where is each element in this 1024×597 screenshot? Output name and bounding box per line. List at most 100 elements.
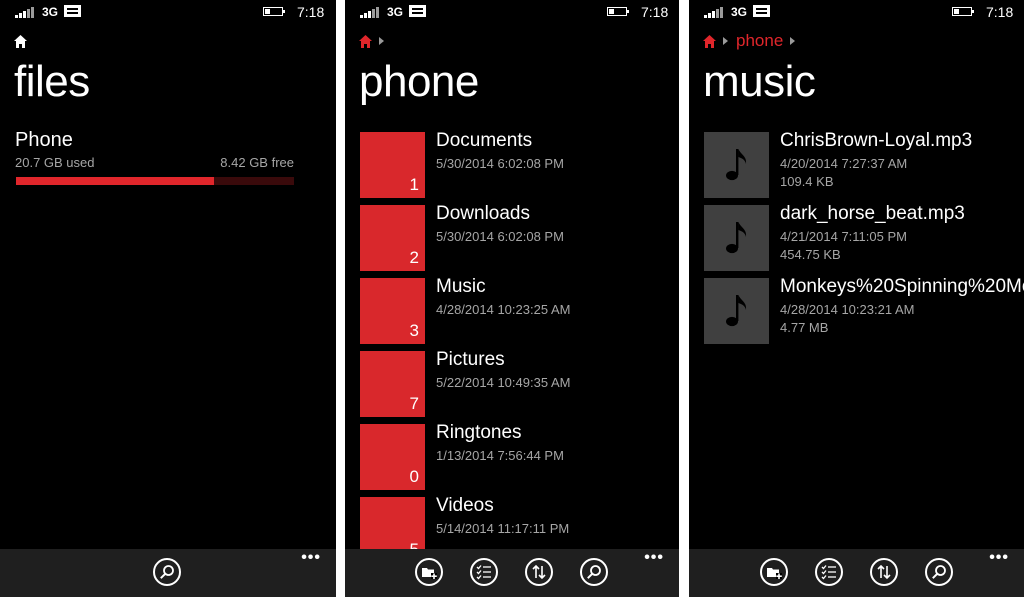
breadcrumb-separator-icon (790, 37, 796, 45)
breadcrumb-separator-icon (379, 37, 384, 45)
file-size: 454.75 KB (780, 247, 841, 262)
folder-date: 5/30/2014 6:02:08 PM (436, 156, 564, 171)
file-date: 4/21/2014 7:11:05 PM (780, 229, 907, 244)
folder-name: Music (436, 276, 486, 297)
network-type: 3G (387, 5, 404, 19)
more-button[interactable]: ••• (644, 550, 664, 566)
music-file-tile (704, 278, 769, 344)
status-bar: 3G 7:18 (345, 0, 679, 24)
file-name: Monkeys%20Spinning%20Monkeys (780, 276, 1024, 297)
folder-tile: 0 (360, 424, 425, 490)
search-icon (587, 565, 601, 579)
home-icon[interactable] (359, 34, 372, 48)
file-size: 4.77 MB (780, 320, 829, 335)
clock: 7:18 (297, 4, 325, 20)
clock: 7:18 (986, 4, 1014, 20)
folder-item-ringtones[interactable]: 0 Ringtones 1/13/2014 7:56:44 PM (360, 422, 679, 490)
sort-icon (877, 564, 891, 580)
sort-icon (532, 564, 546, 580)
file-name: dark_horse_beat.mp3 (780, 203, 965, 224)
phone-screen: 3G 7:18 phone 1 Documents 5/30/2014 6:02… (345, 0, 679, 597)
folder-count: 3 (409, 321, 419, 340)
sort-button[interactable] (525, 558, 553, 586)
more-button[interactable]: ••• (989, 550, 1009, 566)
battery-icon (607, 7, 629, 16)
folder-name: Downloads (436, 203, 530, 224)
file-name: ChrisBrown-Loyal.mp3 (780, 130, 973, 151)
message-icon (64, 5, 81, 17)
file-date: 4/20/2014 7:27:37 AM (780, 156, 908, 171)
folder-item-documents[interactable]: 1 Documents 5/30/2014 6:02:08 PM (360, 130, 679, 198)
status-bar: 3G 7:18 (689, 0, 1024, 24)
folder-count: 7 (409, 394, 419, 413)
folder-name: Pictures (436, 349, 505, 370)
search-button[interactable] (153, 558, 181, 586)
folder-count: 1 (409, 175, 419, 194)
file-size: 109.4 KB (780, 174, 834, 189)
folder-item-downloads[interactable]: 2 Downloads 5/30/2014 6:02:08 PM (360, 203, 679, 271)
folder-name: Videos (436, 495, 494, 516)
network-type: 3G (731, 5, 748, 19)
clock: 7:18 (641, 4, 669, 20)
search-button[interactable] (580, 558, 608, 586)
folder-date: 5/30/2014 6:02:08 PM (436, 229, 564, 244)
message-icon (409, 5, 426, 17)
folder-count: 0 (409, 467, 419, 486)
new-folder-button[interactable] (415, 558, 443, 586)
app-bar: ••• (345, 549, 679, 597)
signal-icon (360, 6, 382, 18)
breadcrumb (14, 32, 27, 50)
more-button[interactable]: ••• (301, 550, 321, 566)
new-folder-icon (422, 568, 437, 579)
app-bar: ••• (0, 549, 336, 597)
search-button[interactable] (925, 558, 953, 586)
message-icon (753, 5, 770, 17)
signal-icon (15, 6, 37, 18)
folder-date: 4/28/2014 10:23:25 AM (436, 302, 571, 317)
select-button[interactable] (815, 558, 843, 586)
page-title: phone (359, 57, 479, 106)
music-file-tile (704, 132, 769, 198)
battery-icon (263, 7, 285, 16)
breadcrumb-item-phone[interactable]: phone (736, 31, 783, 51)
folder-item-music[interactable]: 3 Music 4/28/2014 10:23:25 AM (360, 276, 679, 344)
search-icon (932, 565, 946, 579)
status-bar: 3G 7:18 (0, 0, 336, 24)
storage-name: Phone (15, 129, 73, 151)
file-item[interactable]: Monkeys%20Spinning%20Monkeys 4/28/2014 1… (704, 276, 1024, 344)
signal-icon (704, 6, 726, 18)
breadcrumb: phone (703, 31, 803, 51)
new-folder-icon (767, 568, 782, 579)
music-screen: 3G 7:18 phone music ChrisBrown-Loyal.mp3… (689, 0, 1024, 597)
folder-date: 5/14/2014 11:17:11 PM (436, 521, 570, 536)
search-icon (160, 565, 174, 579)
file-item[interactable]: ChrisBrown-Loyal.mp3 4/20/2014 7:27:37 A… (704, 130, 1024, 198)
file-item[interactable]: dark_horse_beat.mp3 4/21/2014 7:11:05 PM… (704, 203, 1024, 271)
folder-date: 1/13/2014 7:56:44 PM (436, 448, 564, 463)
folder-tile: 7 (360, 351, 425, 417)
sort-button[interactable] (870, 558, 898, 586)
folder-tile: 1 (360, 132, 425, 198)
music-file-tile (704, 205, 769, 271)
new-folder-button[interactable] (760, 558, 788, 586)
file-date: 4/28/2014 10:23:21 AM (780, 302, 915, 317)
storage-free: 8.42 GB free (220, 155, 294, 170)
app-bar: ••• (689, 549, 1024, 597)
folder-tile: 2 (360, 205, 425, 271)
storage-usage-fill (16, 177, 214, 185)
storage-used: 20.7 GB used (15, 155, 95, 170)
home-icon[interactable] (703, 34, 716, 48)
folder-name: Ringtones (436, 422, 522, 443)
folder-name: Documents (436, 130, 533, 151)
folder-item-pictures[interactable]: 7 Pictures 5/22/2014 10:49:35 AM (360, 349, 679, 417)
page-title: files (14, 57, 90, 106)
home-icon[interactable] (14, 34, 27, 48)
folder-date: 5/22/2014 10:49:35 AM (436, 375, 571, 390)
select-list-icon (476, 565, 491, 580)
music-note-icon (726, 222, 747, 254)
select-button[interactable] (470, 558, 498, 586)
music-note-icon (726, 295, 747, 327)
folder-tile: 3 (360, 278, 425, 344)
select-list-icon (821, 565, 836, 580)
folder-count: 2 (409, 248, 419, 267)
